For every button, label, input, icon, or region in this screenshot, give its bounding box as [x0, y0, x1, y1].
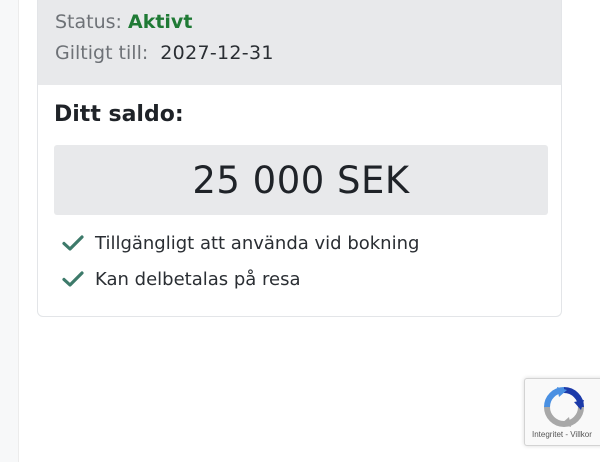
feature-item: Kan delbetalas på resa — [62, 267, 301, 291]
valid-until-label: Giltigt till: — [55, 42, 149, 64]
balance-title: Ditt saldo: — [54, 102, 184, 127]
status-value: Aktivt — [128, 11, 193, 33]
card-header: Status: Aktivt Giltigt till: 2027-12-31 — [38, 0, 561, 85]
check-icon — [62, 235, 84, 251]
feature-item: Tillgängligt att använda vid bokning — [62, 231, 419, 255]
status-row: Status: Aktivt — [55, 11, 192, 33]
valid-until-value: 2027-12-31 — [160, 42, 274, 64]
recaptcha-logo — [544, 387, 584, 427]
status-label: Status: — [55, 11, 122, 33]
recaptcha-links[interactable]: Integritet - Villkor — [532, 430, 592, 439]
balance-amount: 25 000 SEK — [54, 145, 548, 215]
recaptcha-badge[interactable]: Integritet - Villkor — [524, 378, 600, 446]
feature-text: Tillgängligt att använda vid bokning — [95, 232, 420, 254]
gift-card-panel: Status: Aktivt Giltigt till: 2027-12-31 … — [37, 0, 562, 317]
valid-until-row: Giltigt till: 2027-12-31 — [55, 42, 274, 64]
feature-text: Kan delbetalas på resa — [95, 268, 301, 290]
check-icon — [62, 271, 84, 287]
